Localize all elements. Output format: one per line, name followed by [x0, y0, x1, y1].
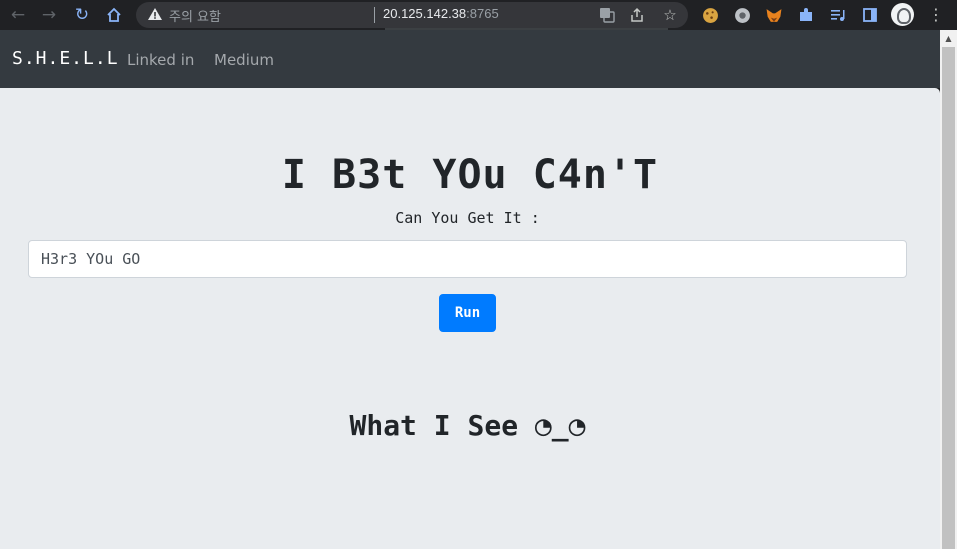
extension-badge-icon[interactable]: [732, 4, 752, 26]
forward-icon[interactable]: →: [37, 3, 61, 27]
site-navbar: S.H.E.L.L Linked in Medium: [0, 30, 940, 88]
media-control-icon[interactable]: [828, 4, 848, 26]
output-heading: What I See ◔_◔: [349, 409, 586, 442]
extensions-puzzle-icon[interactable]: [796, 4, 816, 26]
bookmark-star-icon[interactable]: ☆: [660, 4, 680, 26]
page-scrollbar[interactable]: ▲: [940, 30, 957, 549]
command-prompt-label: Can You Get It :: [395, 209, 540, 227]
nav-link-linkedin[interactable]: Linked in: [127, 51, 194, 69]
main-panel: I B3t YOu C4n'T Can You Get It : Run Wha…: [0, 88, 940, 549]
page-title: I B3t YOu C4n'T: [281, 152, 659, 198]
url-host: 20.125.142.38: [383, 6, 467, 21]
side-panel-icon[interactable]: [860, 4, 880, 26]
profile-avatar[interactable]: [891, 3, 914, 26]
omnibox-divider: [374, 7, 375, 23]
browser-toolbar: ← → ↻ 주의 요함 20.125.142.38:8765 ☆ ⋮: [0, 0, 957, 30]
scroll-up-arrow-icon[interactable]: ▲: [940, 30, 957, 47]
translate-icon[interactable]: [597, 4, 617, 26]
security-status-text[interactable]: 주의 요함: [169, 6, 221, 25]
url-text[interactable]: 20.125.142.38:8765: [383, 6, 499, 21]
reload-icon[interactable]: ↻: [70, 3, 94, 27]
warning-icon[interactable]: [147, 6, 163, 22]
browser-menu-icon[interactable]: ⋮: [928, 4, 944, 26]
scroll-thumb[interactable]: [942, 47, 955, 549]
back-icon[interactable]: ←: [6, 3, 30, 27]
cookie-extension-icon[interactable]: [700, 4, 720, 26]
command-input[interactable]: [28, 240, 907, 278]
metamask-fox-icon[interactable]: [764, 4, 784, 26]
home-icon[interactable]: [102, 3, 126, 27]
url-port: :8765: [466, 6, 499, 21]
run-button[interactable]: Run: [439, 294, 496, 332]
brand-link[interactable]: S.H.E.L.L: [12, 48, 119, 69]
share-icon[interactable]: [627, 4, 647, 26]
nav-link-medium[interactable]: Medium: [214, 51, 274, 69]
